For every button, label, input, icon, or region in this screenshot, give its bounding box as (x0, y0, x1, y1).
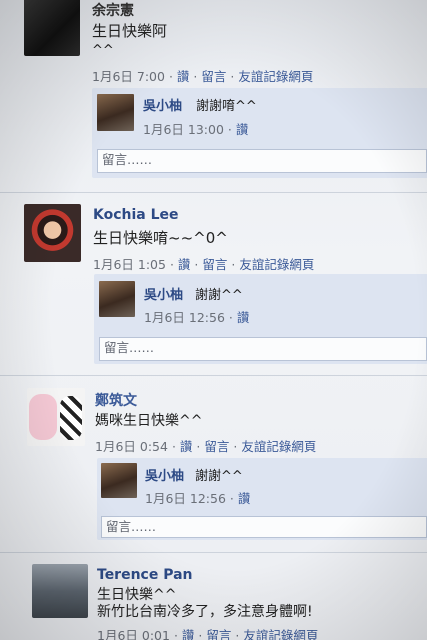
post-meta: 1月6日 0:01 · 讚 · 留言 · 友誼記錄網頁 (97, 625, 318, 640)
separator: · (169, 257, 174, 272)
friendship-link[interactable]: 友誼記錄網頁 (241, 439, 316, 454)
post-author[interactable]: 余宗憲 (92, 0, 134, 20)
reply-meta: 1月6日 12:56 · 讚 (144, 307, 249, 326)
wall-post: 鄭筑文 媽咪生日快樂^^ 1月6日 0:54 · 讚 · 留言 · 友誼記錄網頁… (0, 380, 427, 550)
friendship-link[interactable]: 友誼記錄網頁 (243, 628, 318, 640)
separator: · (230, 69, 235, 84)
post-author[interactable]: Terence Pan (97, 567, 193, 583)
post-message: ^^ (92, 43, 114, 58)
reply-meta: 1月6日 12:56 · 讚 (145, 488, 250, 507)
like-link[interactable]: 讚 (177, 69, 190, 84)
separator: · (231, 257, 236, 272)
post-message: 媽咪生日快樂^^ (95, 413, 203, 429)
like-link[interactable]: 讚 (238, 491, 251, 506)
reply-time: 13:00 (187, 122, 224, 137)
reply-date: 1月6日 (143, 122, 184, 137)
divider (0, 552, 427, 553)
separator: · (194, 257, 199, 272)
divider (0, 375, 427, 376)
post-time: 0:54 (139, 439, 168, 454)
comment-link[interactable]: 留言 (201, 69, 226, 84)
post-message: 新竹比台南冷多了，多注意身體啊! (97, 604, 313, 620)
cartoon-pig-icon (29, 394, 57, 440)
avatar[interactable] (24, 204, 81, 262)
post-time: 1:05 (137, 257, 166, 272)
reply-date: 1月6日 (144, 310, 185, 325)
avatar[interactable] (99, 281, 135, 317)
wall-post: Kochia Lee 生日快樂唷~~^0^ 1月6日 1:05 · 讚 · 留言… (0, 200, 427, 375)
comment-link[interactable]: 留言 (206, 628, 231, 640)
like-link[interactable]: 讚 (236, 122, 249, 137)
separator: · (173, 628, 178, 640)
post-message: 生日快樂阿 (92, 22, 168, 40)
like-link[interactable]: 讚 (182, 628, 195, 640)
reply-text: 謝謝唷^^ (196, 99, 257, 114)
separator: · (233, 439, 238, 454)
post-meta: 1月6日 1:05 · 讚 · 留言 · 友誼記錄網頁 (93, 254, 314, 273)
post-date: 1月6日 (93, 257, 134, 272)
post-date: 1月6日 (92, 69, 133, 84)
separator: · (171, 439, 176, 454)
comment-link[interactable]: 留言 (202, 257, 227, 272)
avatar[interactable] (27, 388, 85, 446)
separator: · (229, 491, 234, 506)
post-message: 生日快樂唷~~^0^ (93, 229, 228, 247)
separator: · (196, 439, 201, 454)
like-link[interactable]: 讚 (178, 257, 191, 272)
wall-post: 余宗憲 生日快樂阿 ^^ 1月6日 7:00 · 讚 · 留言 · 友誼記錄網頁… (0, 0, 427, 190)
post-author[interactable]: 鄭筑文 (95, 390, 137, 410)
post-meta: 1月6日 0:54 · 讚 · 留言 · 友誼記錄網頁 (95, 436, 316, 455)
comment-link[interactable]: 留言 (204, 439, 229, 454)
post-date: 1月6日 (97, 628, 138, 640)
post-time: 7:00 (136, 69, 165, 84)
divider (0, 192, 427, 193)
like-link[interactable]: 讚 (237, 310, 250, 325)
reply-author[interactable]: 吳小柚 (143, 95, 182, 114)
avatar[interactable] (24, 0, 80, 56)
separator: · (227, 122, 232, 137)
like-link[interactable]: 讚 (180, 439, 193, 454)
reply-text: 謝謝^^ (195, 469, 243, 484)
post-author[interactable]: Kochia Lee (93, 207, 179, 223)
comment-input[interactable]: 留言…… (97, 149, 427, 173)
avatar[interactable] (97, 94, 134, 131)
separator: · (193, 69, 198, 84)
separator: · (168, 69, 173, 84)
reply-text: 謝謝^^ (195, 288, 243, 303)
reply-meta: 1月6日 13:00 · 讚 (143, 119, 248, 138)
wall-post: Terence Pan 生日快樂^^ 新竹比台南冷多了，多注意身體啊! 1月6日… (0, 560, 427, 640)
reply-time: 12:56 (188, 310, 225, 325)
cartoon-cow-icon (60, 396, 82, 440)
reply-author[interactable]: 吳小柚 (144, 284, 183, 303)
friendship-link[interactable]: 友誼記錄網頁 (238, 69, 313, 84)
avatar[interactable] (32, 564, 88, 618)
comment-input[interactable]: 留言…… (101, 516, 427, 538)
separator: · (235, 628, 240, 640)
post-time: 0:01 (141, 628, 170, 640)
facebook-wall: 余宗憲 生日快樂阿 ^^ 1月6日 7:00 · 讚 · 留言 · 友誼記錄網頁… (0, 0, 427, 640)
post-message: 生日快樂^^ (97, 587, 177, 603)
post-date: 1月6日 (95, 439, 136, 454)
separator: · (228, 310, 233, 325)
comment-input[interactable]: 留言…… (99, 337, 427, 361)
avatar[interactable] (101, 463, 137, 498)
reply-author[interactable]: 吳小柚 (145, 465, 184, 484)
reply-date: 1月6日 (145, 491, 186, 506)
post-meta: 1月6日 7:00 · 讚 · 留言 · 友誼記錄網頁 (92, 66, 313, 85)
reply-time: 12:56 (189, 491, 226, 506)
separator: · (198, 628, 203, 640)
friendship-link[interactable]: 友誼記錄網頁 (239, 257, 314, 272)
